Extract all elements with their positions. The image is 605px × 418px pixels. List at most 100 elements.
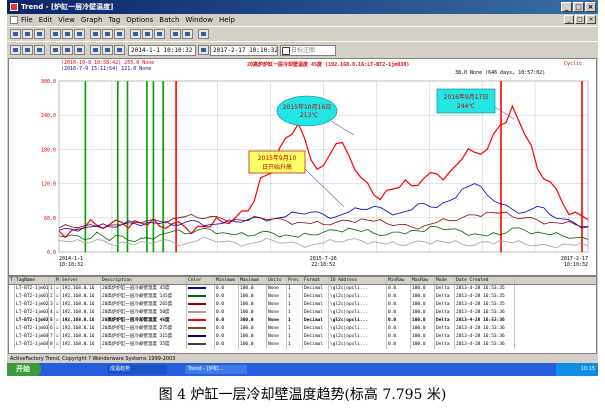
mdi-close-button[interactable]: ×: [586, 15, 596, 24]
taskbar: 开始 Trend - [炉缸... 成温趋势 10:15: [7, 363, 598, 376]
menu-file[interactable]: File: [21, 14, 33, 26]
duration-icon[interactable]: [198, 45, 209, 55]
start-button[interactable]: 开始: [7, 363, 41, 376]
refresh-icon[interactable]: [182, 29, 193, 39]
scroll-forward-icon[interactable]: [34, 45, 45, 55]
annotation-checkbox[interactable]: 日标注图: [280, 45, 336, 56]
table-cell: 20高炉炉缸一层冷却壁温度 35度: [101, 341, 187, 349]
cursor-icon[interactable]: [74, 45, 85, 55]
x-tick-time: 22:10:52: [311, 262, 335, 268]
menu-window[interactable]: Window: [185, 14, 213, 26]
table-cell: 2013-4-28 16:53:36: [455, 341, 515, 349]
table-row[interactable]: LT-BT2-1jm039 6 ☑ 192.168.0.16 20高炉炉缸一层冷却壁温度…: [9, 325, 596, 333]
column-header[interactable]: Minimum: [215, 277, 239, 284]
table-cell: 100.0: [239, 341, 267, 349]
menu-batch[interactable]: Batch: [159, 14, 179, 26]
mdi-minimize-button[interactable]: _: [564, 15, 574, 24]
table-cell: 1: [287, 325, 303, 333]
table-cell: 100.0: [411, 333, 435, 341]
table-cell: \gl2c|opcli...: [329, 293, 387, 301]
y-tick-label: 300.0: [41, 79, 56, 85]
zoom-out-icon[interactable]: [154, 29, 165, 39]
select-icon[interactable]: [90, 45, 101, 55]
table-cell: Delta: [435, 341, 455, 349]
column-header[interactable]: MaxRaw: [411, 277, 435, 284]
grid-icon[interactable]: [102, 29, 113, 39]
maximize-button[interactable]: □: [573, 2, 584, 12]
table-cell: 100.0: [411, 317, 435, 325]
table-cell: 192.168.0.16: [61, 317, 101, 325]
table-row[interactable]: LT-BT2-1jm038 5 ☑ 192.168.0.16 20高炉炉缸一层冷却壁温度…: [9, 317, 596, 325]
table-cell: 1: [287, 333, 303, 341]
column-header[interactable]: Maximum: [239, 277, 267, 284]
table-cell: 2013-4-28 16:53:36: [455, 309, 515, 317]
scroll-start-icon[interactable]: [10, 45, 21, 55]
zoom-in-icon[interactable]: [142, 29, 153, 39]
trend-chart: 300.0240.0180.0120.060.00.02014-1-110:10…: [41, 79, 589, 268]
table-cell: 0.0: [387, 341, 411, 349]
color-line: [188, 334, 206, 337]
table-row[interactable]: LT-BT2-1jm018 1 ☑ 192.168.0.16 20高炉炉缸一层冷却壁温度…: [9, 285, 596, 293]
table-cell: 100.0: [411, 325, 435, 333]
tag-icon[interactable]: [130, 29, 141, 39]
column-header[interactable]: Format: [303, 277, 329, 284]
end-time-field[interactable]: 2017-2-17 10:10:32: [210, 45, 278, 56]
annotation-rise-label: 2015年9月10: [258, 154, 297, 162]
column-header[interactable]: Date Created: [455, 277, 515, 284]
table-cell: 100.0: [239, 285, 267, 293]
main-toolbar: [7, 26, 598, 40]
cut-icon[interactable]: [62, 29, 73, 39]
table-cell: 0.0: [215, 309, 239, 317]
copy-icon[interactable]: [74, 29, 85, 39]
help-icon[interactable]: [198, 29, 209, 39]
menu-options[interactable]: Options: [126, 14, 153, 26]
column-header[interactable]: Server: [61, 277, 101, 284]
tag-table: T TagName M Server Description Color Minimum Ma…: [8, 276, 597, 354]
column-header[interactable]: MinRaw: [387, 277, 411, 284]
column-header[interactable]: Units: [267, 277, 287, 284]
column-header[interactable]: Color: [187, 277, 215, 284]
new-icon[interactable]: [10, 29, 21, 39]
table-row[interactable]: LT-BT2-1jm040 7 ☑ 192.168.0.16 20高炉炉缸一层冷却壁温度…: [9, 333, 596, 341]
pan-icon[interactable]: [170, 29, 181, 39]
table-row[interactable]: LT-BT2-1jm031 4 ☑ 192.168.0.16 20高炉炉缸一层冷却壁温度…: [9, 309, 596, 317]
close-button[interactable]: ×: [585, 2, 596, 12]
table-row[interactable]: LT-BT2-1jm019 2 ☑ 192.168.0.16 20高炉炉缸一层冷却壁温度…: [9, 293, 596, 301]
table-cell: Decimal: [303, 285, 329, 293]
value-axis-icon[interactable]: [62, 45, 73, 55]
print-icon[interactable]: [50, 29, 61, 39]
table-cell: 0.0: [215, 293, 239, 301]
paste-icon[interactable]: [90, 29, 101, 39]
column-header[interactable]: Description: [101, 277, 187, 284]
chart-icon[interactable]: [114, 29, 125, 39]
column-header[interactable]: TagName: [15, 277, 49, 284]
menu-graph[interactable]: Graph: [81, 14, 102, 26]
open-icon[interactable]: [22, 29, 33, 39]
clock-icon[interactable]: [102, 45, 113, 55]
calendar-icon[interactable]: [114, 45, 125, 55]
table-cell: 192.168.0.16: [61, 285, 101, 293]
menu-view[interactable]: View: [58, 14, 75, 26]
menu-tag[interactable]: Tag: [108, 14, 120, 26]
menu-edit[interactable]: Edit: [39, 14, 53, 26]
table-cell: 2013-4-28 16:53:35: [455, 301, 515, 309]
start-time-field[interactable]: 2014-1-1 10:10:32: [128, 45, 196, 56]
mdi-maximize-button[interactable]: □: [575, 15, 585, 24]
table-row[interactable]: LT-BT2-1jm041 8 ☑ 192.168.0.16 20高炉炉缸一层冷却壁温度…: [9, 341, 596, 349]
table-cell: None: [267, 325, 287, 333]
task-other[interactable]: 成温趋势: [107, 365, 167, 374]
save-icon[interactable]: [34, 29, 45, 39]
trend-plot[interactable]: 300.0 240.0 180.0 120.0 60.0 0.0 2014-1-1 10:10…: [8, 58, 597, 276]
menu-help[interactable]: Help: [219, 14, 235, 26]
task-trend[interactable]: Trend - [炉缸...: [185, 365, 247, 374]
column-header[interactable]: Mode: [435, 277, 455, 284]
table-row[interactable]: LT-BT2-1jm025 3 ☑ 192.168.0.16 20高炉炉缸一层冷却壁温度…: [9, 301, 596, 309]
scroll-back-icon[interactable]: [22, 45, 33, 55]
table-cell: \gl2c|opcli...: [329, 301, 387, 309]
cursor2-readout: (2016-7-9 15:11:54) 121.0 None: [61, 66, 152, 72]
minimize-button[interactable]: _: [561, 2, 572, 12]
table-cell: 100.0: [239, 309, 267, 317]
column-header[interactable]: Prec: [287, 277, 303, 284]
column-header[interactable]: IO Address: [329, 277, 387, 284]
time-bar-icon[interactable]: [50, 45, 61, 55]
